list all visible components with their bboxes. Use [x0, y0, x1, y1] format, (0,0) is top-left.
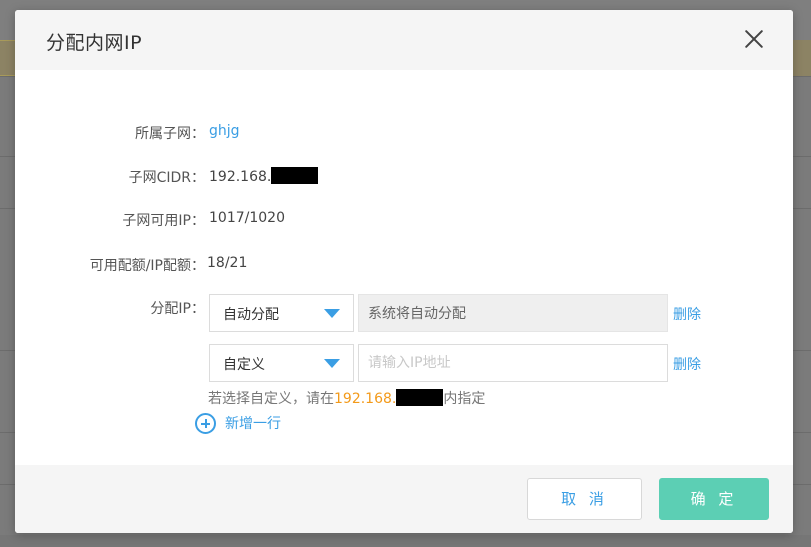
- background-warning-bar-right: [793, 40, 811, 76]
- redaction-block: [396, 389, 444, 406]
- cidr-value: 192.168.: [209, 167, 319, 185]
- custom-ip-hint: 若选择自定义，请在192.168. 内指定: [208, 388, 485, 408]
- dialog-title: 分配内网IP: [46, 32, 143, 54]
- quota-value: 18/21: [207, 255, 248, 271]
- hint-suffix: 内指定: [443, 391, 486, 407]
- delete-row-button[interactable]: 删除: [673, 354, 701, 374]
- assign-ip-label: 分配IP：: [150, 301, 205, 317]
- assign-ip-dialog: 分配内网IP 所属子网： ghjg 子网CIDR： 192.168. 子网可用I…: [15, 10, 793, 533]
- plus-circle-icon: [195, 413, 216, 434]
- dialog-header: 分配内网IP: [15, 10, 793, 70]
- redaction-block: [271, 167, 319, 184]
- caret-down-icon: [324, 359, 340, 368]
- available-ip-label: 子网可用IP：: [122, 213, 205, 229]
- background-footer: [0, 535, 811, 547]
- confirm-button[interactable]: 确 定: [659, 478, 769, 520]
- hint-ip: 192.168.: [334, 391, 397, 407]
- custom-ip-input[interactable]: [358, 344, 668, 382]
- cidr-value-text: 192.168.: [209, 169, 272, 185]
- cancel-button[interactable]: 取 消: [527, 478, 642, 520]
- delete-row-button[interactable]: 删除: [673, 304, 701, 324]
- available-ip-value: 1017/1020: [209, 210, 285, 226]
- assign-mode-value: 自动分配: [223, 307, 279, 323]
- dialog-body: 所属子网： ghjg 子网CIDR： 192.168. 子网可用IP： 1017…: [15, 70, 793, 465]
- cidr-label: 子网CIDR：: [128, 170, 205, 186]
- caret-down-icon: [324, 309, 340, 318]
- auto-assign-ip-input: [358, 294, 668, 332]
- subnet-label: 所属子网：: [135, 126, 205, 142]
- add-row-label: 新增一行: [225, 416, 281, 432]
- hint-prefix: 若选择自定义，请在: [208, 391, 334, 407]
- assign-mode-select[interactable]: 自定义: [209, 344, 354, 382]
- assign-mode-select[interactable]: 自动分配: [209, 294, 354, 332]
- subnet-link[interactable]: ghjg: [209, 123, 240, 139]
- assign-mode-value: 自定义: [223, 357, 265, 373]
- dialog-footer: 取 消 确 定: [15, 465, 793, 533]
- quota-label: 可用配额/IP配额：: [89, 258, 205, 274]
- close-icon[interactable]: [743, 28, 765, 50]
